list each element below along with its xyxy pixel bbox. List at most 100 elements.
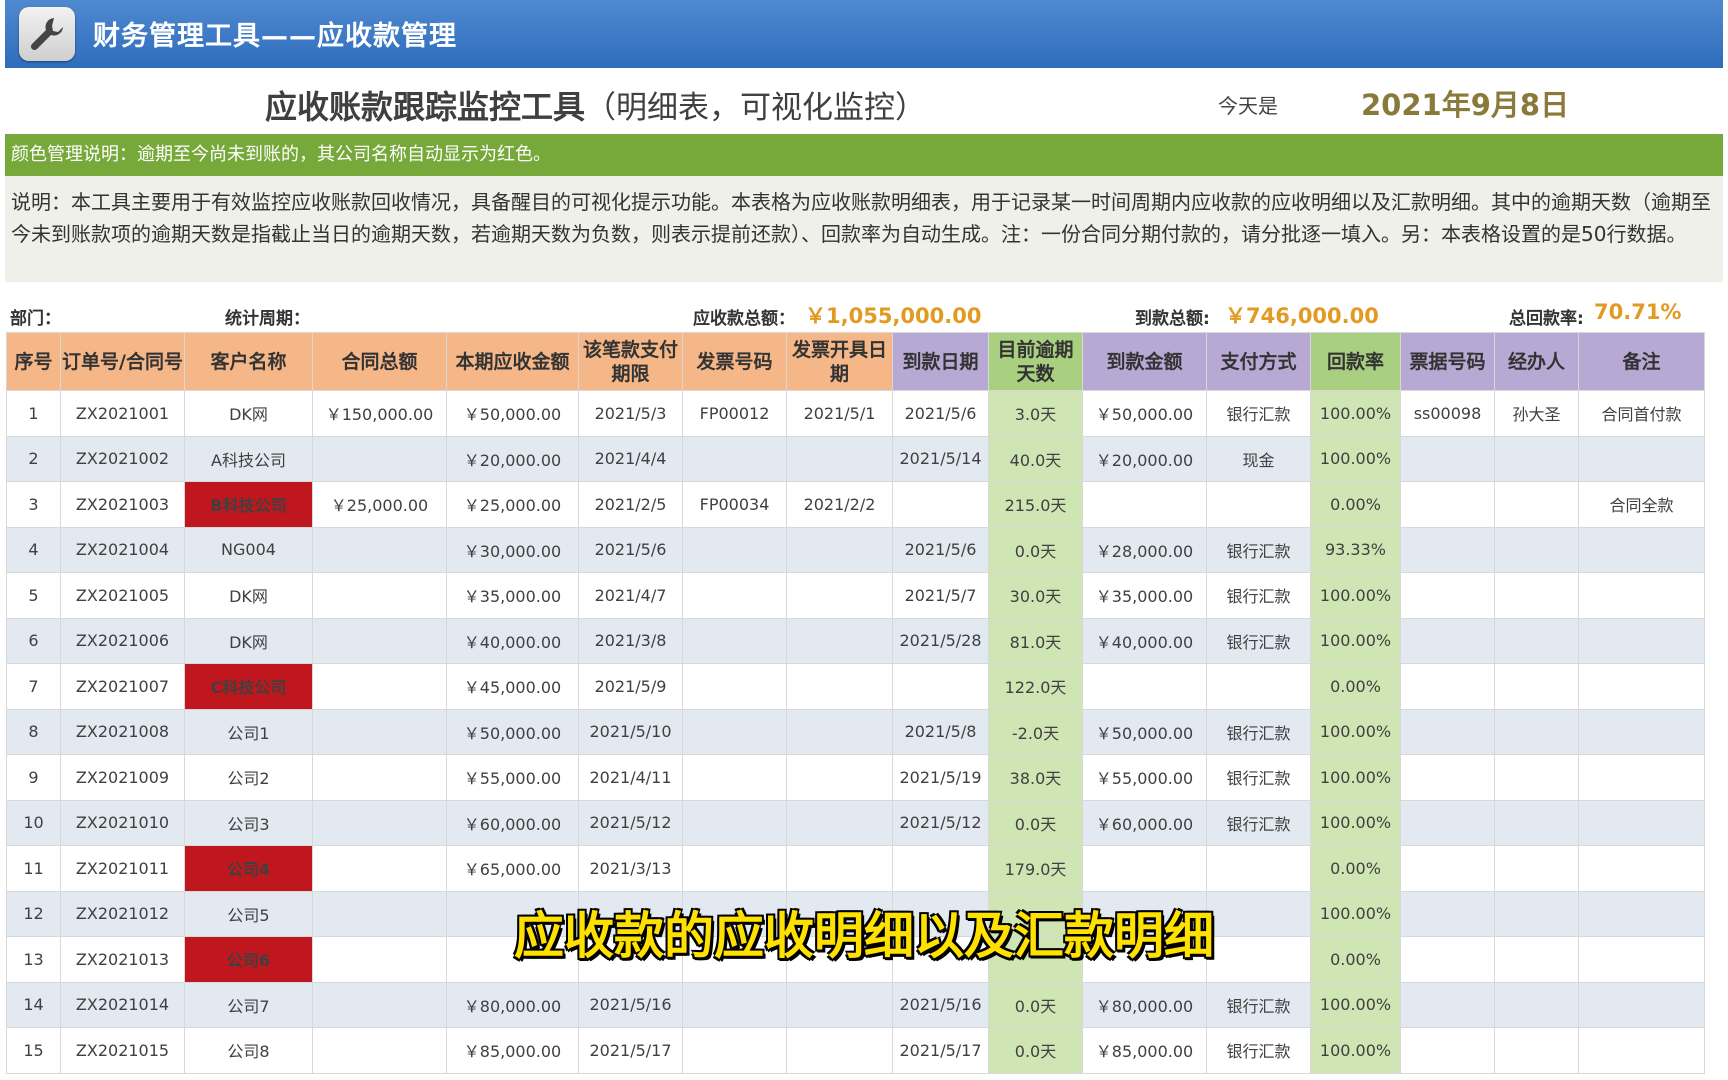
due-date-cell[interactable]: 2021/5/10 (578, 708, 683, 755)
invoice-date-cell[interactable] (786, 1027, 893, 1074)
overdue-days-cell[interactable]: 38.0天 (988, 754, 1083, 801)
collection-rate-cell[interactable]: 100.00% (1310, 1027, 1401, 1074)
due-date-cell[interactable]: 2021/5/3 (578, 390, 683, 437)
order-number-cell[interactable]: ZX2021011 (60, 845, 185, 892)
handler-cell[interactable]: 孙大圣 (1494, 390, 1579, 437)
remark-cell[interactable] (1578, 799, 1705, 846)
order-number-cell[interactable]: ZX2021008 (60, 708, 185, 755)
bill-number-cell[interactable] (1400, 435, 1495, 482)
bill-number-cell[interactable] (1400, 617, 1495, 664)
invoice-number-cell[interactable] (682, 526, 787, 573)
remark-cell[interactable]: 合同首付款 (1578, 390, 1705, 437)
overdue-days-cell[interactable]: 0.0天 (988, 526, 1083, 573)
col-header[interactable]: 备注 (1578, 332, 1705, 391)
overdue-days-cell[interactable]: 81.0天 (988, 617, 1083, 664)
invoice-date-cell[interactable] (786, 754, 893, 801)
handler-cell[interactable] (1494, 526, 1579, 573)
contract-total-cell[interactable] (312, 845, 447, 892)
invoice-date-cell[interactable] (786, 572, 893, 619)
due-amount-cell[interactable]: ￥50,000.00 (446, 708, 579, 755)
handler-cell[interactable] (1494, 663, 1579, 710)
handler-cell[interactable] (1494, 708, 1579, 755)
collection-rate-cell[interactable]: 100.00% (1310, 799, 1401, 846)
customer-name-cell[interactable]: 公司1 (184, 708, 313, 755)
payment-method-cell[interactable]: 银行汇款 (1206, 1027, 1311, 1074)
col-header[interactable]: 该笔款支付期限 (578, 332, 683, 391)
collection-rate-cell[interactable]: 100.00% (1310, 754, 1401, 801)
due-date-cell[interactable]: 2021/5/16 (578, 981, 683, 1028)
order-number-cell[interactable]: ZX2021002 (60, 435, 185, 482)
col-header[interactable]: 到款金额 (1082, 332, 1207, 391)
invoice-number-cell[interactable] (682, 1027, 787, 1074)
contract-total-cell[interactable] (312, 435, 447, 482)
overdue-days-cell[interactable]: 40.0天 (988, 435, 1083, 482)
payment-method-cell[interactable] (1206, 845, 1311, 892)
remark-cell[interactable] (1578, 526, 1705, 573)
paid-amount-cell[interactable]: ￥35,000.00 (1082, 572, 1207, 619)
order-number-cell[interactable]: ZX2021010 (60, 799, 185, 846)
col-header[interactable]: 发票号码 (682, 332, 787, 391)
row-number-cell[interactable]: 4 (6, 526, 61, 573)
invoice-date-cell[interactable] (786, 799, 893, 846)
order-number-cell[interactable]: ZX2021014 (60, 981, 185, 1028)
payment-method-cell[interactable]: 银行汇款 (1206, 526, 1311, 573)
col-header[interactable]: 目前逾期天数 (988, 332, 1083, 391)
paid-date-cell[interactable]: 2021/5/16 (892, 981, 989, 1028)
handler-cell[interactable] (1494, 435, 1579, 482)
due-date-cell[interactable]: 2021/2/5 (578, 481, 683, 528)
payment-method-cell[interactable]: 银行汇款 (1206, 708, 1311, 755)
col-header[interactable]: 经办人 (1494, 332, 1579, 391)
customer-name-cell[interactable]: NG004 (184, 526, 313, 573)
paid-date-cell[interactable]: 2021/5/28 (892, 617, 989, 664)
bill-number-cell[interactable] (1400, 1027, 1495, 1074)
payment-method-cell[interactable]: 现金 (1206, 435, 1311, 482)
invoice-date-cell[interactable] (786, 526, 893, 573)
handler-cell[interactable] (1494, 481, 1579, 528)
row-number-cell[interactable]: 10 (6, 799, 61, 846)
invoice-number-cell[interactable] (682, 572, 787, 619)
invoice-date-cell[interactable] (786, 981, 893, 1028)
collection-rate-cell[interactable]: 100.00% (1310, 617, 1401, 664)
row-number-cell[interactable]: 15 (6, 1027, 61, 1074)
invoice-number-cell[interactable] (682, 435, 787, 482)
col-header[interactable]: 合同总额 (312, 332, 447, 391)
paid-date-cell[interactable]: 2021/5/6 (892, 526, 989, 573)
payment-method-cell[interactable] (1206, 481, 1311, 528)
remark-cell[interactable] (1578, 708, 1705, 755)
invoice-date-cell[interactable] (786, 435, 893, 482)
bill-number-cell[interactable] (1400, 481, 1495, 528)
customer-name-cell[interactable]: DK网 (184, 390, 313, 437)
due-amount-cell[interactable]: ￥20,000.00 (446, 435, 579, 482)
due-amount-cell[interactable]: ￥65,000.00 (446, 845, 579, 892)
bill-number-cell[interactable] (1400, 708, 1495, 755)
row-number-cell[interactable]: 9 (6, 754, 61, 801)
collection-rate-cell[interactable]: 0.00% (1310, 481, 1401, 528)
payment-method-cell[interactable]: 银行汇款 (1206, 617, 1311, 664)
payment-method-cell[interactable]: 银行汇款 (1206, 572, 1311, 619)
remark-cell[interactable]: 合同全款 (1578, 481, 1705, 528)
due-date-cell[interactable]: 2021/5/6 (578, 526, 683, 573)
paid-date-cell[interactable]: 2021/5/6 (892, 390, 989, 437)
handler-cell[interactable] (1494, 845, 1579, 892)
order-number-cell[interactable]: ZX2021009 (60, 754, 185, 801)
paid-amount-cell[interactable]: ￥80,000.00 (1082, 981, 1207, 1028)
order-number-cell[interactable]: ZX2021007 (60, 663, 185, 710)
row-number-cell[interactable]: 8 (6, 708, 61, 755)
col-header[interactable]: 回款率 (1310, 332, 1401, 391)
bill-number-cell[interactable] (1400, 663, 1495, 710)
paid-date-cell[interactable] (892, 663, 989, 710)
bill-number-cell[interactable] (1400, 572, 1495, 619)
paid-amount-cell[interactable]: ￥60,000.00 (1082, 799, 1207, 846)
bill-number-cell[interactable] (1400, 526, 1495, 573)
col-header[interactable]: 客户名称 (184, 332, 313, 391)
paid-date-cell[interactable]: 2021/5/8 (892, 708, 989, 755)
collection-rate-cell[interactable]: 100.00% (1310, 435, 1401, 482)
paid-amount-cell[interactable] (1082, 663, 1207, 710)
row-number-cell[interactable]: 1 (6, 390, 61, 437)
paid-date-cell[interactable]: 2021/5/17 (892, 1027, 989, 1074)
invoice-date-cell[interactable]: 2021/2/2 (786, 481, 893, 528)
invoice-number-cell[interactable] (682, 663, 787, 710)
col-header[interactable]: 发票开具日期 (786, 332, 893, 391)
row-number-cell[interactable]: 2 (6, 435, 61, 482)
overdue-days-cell[interactable]: 215.0天 (988, 481, 1083, 528)
